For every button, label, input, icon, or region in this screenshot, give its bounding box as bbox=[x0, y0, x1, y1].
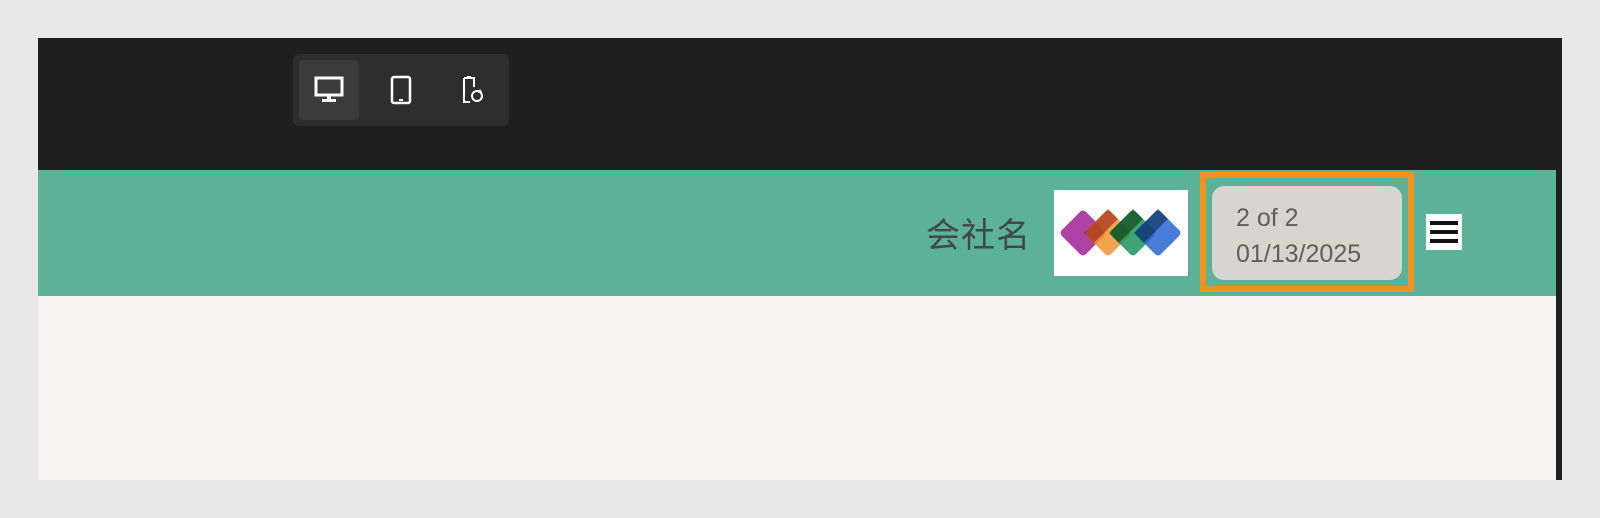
scrollbar-edge bbox=[1556, 170, 1562, 480]
company-logo[interactable] bbox=[1054, 190, 1188, 276]
hamburger-menu-icon[interactable] bbox=[1426, 214, 1462, 250]
company-name: 会社名 bbox=[926, 216, 1031, 256]
pagination-box[interactable]: 2 of 2 01/13/2025 bbox=[1212, 186, 1402, 280]
page-date: 01/13/2025 bbox=[1236, 240, 1362, 268]
site-page: 会社名 2 of 2 01/13/2025 bbox=[38, 170, 1556, 480]
four-diamonds-logo-icon bbox=[1060, 208, 1181, 256]
page-indicator: 2 of 2 bbox=[1236, 204, 1299, 232]
viewport: 会社名 2 of 2 01/13/2025 bbox=[38, 38, 1562, 480]
site-header: 会社名 2 of 2 01/13/2025 bbox=[38, 170, 1556, 296]
